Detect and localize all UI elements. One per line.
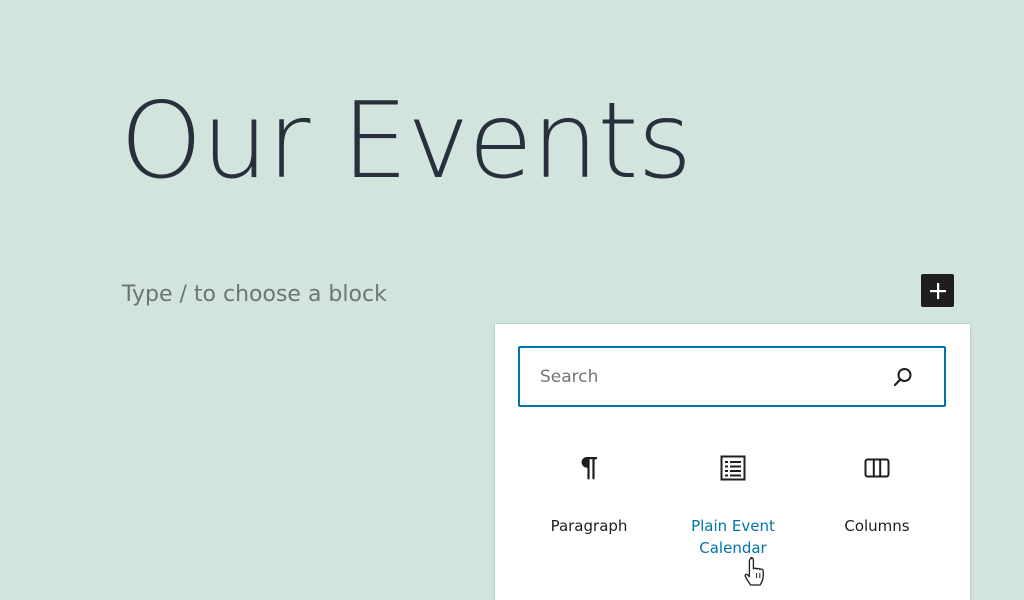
search-field[interactable] — [518, 346, 946, 407]
block-item-label: Paragraph — [550, 517, 628, 535]
hand-cursor-icon — [744, 556, 764, 586]
search-input[interactable] — [520, 348, 880, 405]
block-item-plain-event-calendar[interactable]: Plain Event Calendar — [661, 454, 805, 559]
editor-canvas: Our Events Type / to choose a block P — [0, 0, 1024, 600]
list-icon — [719, 454, 747, 482]
block-inserter-popover: Paragraph Plain Even — [495, 324, 970, 600]
block-item-paragraph[interactable]: Paragraph — [517, 454, 661, 559]
plus-icon — [929, 282, 946, 299]
block-list: Paragraph Plain Event Calendar Columns — [517, 454, 949, 559]
page-title[interactable]: Our Events — [120, 78, 692, 204]
block-item-label: Columns — [844, 517, 910, 535]
paragraph-icon — [575, 454, 603, 482]
search-icon[interactable] — [892, 366, 914, 388]
columns-icon — [863, 454, 891, 482]
block-placeholder[interactable]: Type / to choose a block — [122, 282, 387, 307]
block-item-columns[interactable]: Columns — [805, 454, 949, 559]
block-item-label: Plain Event Calendar — [691, 517, 775, 557]
add-block-button[interactable] — [921, 274, 954, 307]
